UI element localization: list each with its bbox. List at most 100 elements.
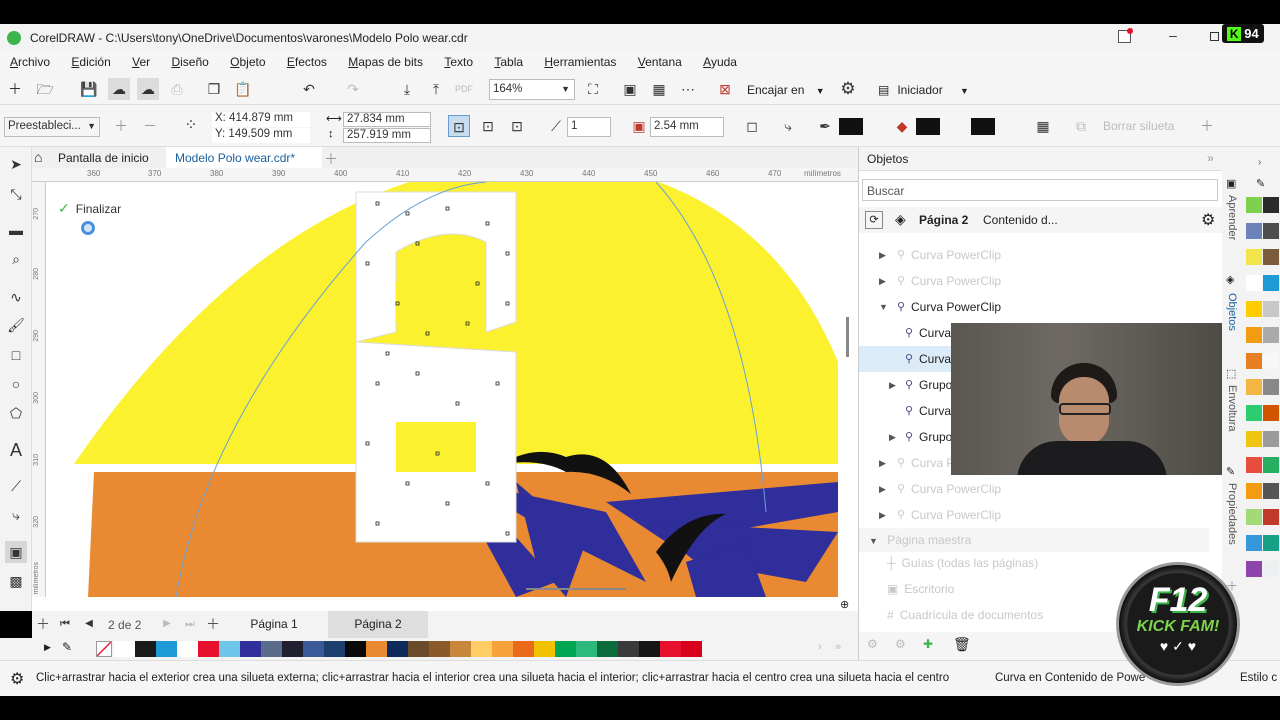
collapse-panel-icon[interactable]: » [1207,151,1214,165]
corner-icon[interactable]: ◻ [741,115,763,137]
minimize-button[interactable]: – [1166,28,1180,43]
page-tab-1[interactable]: Página 1 [232,611,316,638]
palette-swatch[interactable] [324,641,345,657]
new-layer-icon[interactable]: ⚙ [867,637,878,651]
zoom-tool-icon[interactable]: ⌕ [5,248,27,270]
expand-arrow-icon[interactable]: ▼ [879,294,888,320]
grid-icon[interactable]: ▦ [648,78,670,100]
palette-swatch[interactable] [1246,483,1262,499]
palette-swatch[interactable] [1263,483,1279,499]
palette-swatch[interactable] [639,641,660,657]
print-icon[interactable]: ⎙ [166,78,188,100]
palette-swatch[interactable] [177,641,198,657]
objects-settings-icon[interactable]: ⚙ [1201,210,1215,230]
expand-arrow-icon[interactable]: ▶ [879,268,886,294]
artistic-media-icon[interactable]: 🖌 [5,314,27,336]
redo-icon[interactable]: ↷ [342,78,364,100]
contour-offset-field[interactable]: 2.54 mm [650,117,724,137]
palette-swatch[interactable] [282,641,303,657]
palette-swatch[interactable] [618,641,639,657]
tab-document[interactable]: Modelo Polo wear.cdr* [166,147,322,168]
palette-swatch[interactable] [240,641,261,657]
next-page-icon[interactable]: ▶ [156,613,178,635]
palette-swatch[interactable] [1263,405,1279,421]
menu-objeto[interactable]: Objeto [230,55,265,69]
palette-swatch[interactable] [198,641,219,657]
object-tree-item[interactable]: ▶ ⚲ Curva PowerClip [859,476,1223,502]
current-page-label[interactable]: Página 2 [919,213,968,227]
prev-page-icon[interactable]: ◀ [78,613,100,635]
maximize-button[interactable] [1210,32,1219,41]
palette-swatch[interactable] [1246,301,1262,317]
contour-tool-icon[interactable]: ▣ [5,541,27,563]
freehand-tool-icon[interactable]: ∿ [5,286,27,308]
tab-home[interactable]: Pantalla de inicio [58,151,149,165]
polygon-tool-icon[interactable]: ⬠ [5,402,27,424]
palette-swatch[interactable] [1246,431,1262,447]
expand-arrow-icon[interactable]: ▶ [879,502,886,528]
ellipse-tool-icon[interactable]: ○ [5,373,27,395]
end-color-swatch[interactable] [971,118,995,135]
palette-swatch[interactable] [303,641,324,657]
pick-tool-icon[interactable]: ➤ [5,153,27,175]
menu-ventana[interactable]: Ventana [638,55,682,69]
menu-tabla[interactable]: Tabla [494,55,523,69]
outline-pen-icon[interactable]: ✒ [814,115,836,137]
menu-archivo[interactable]: Archivo [10,55,50,69]
finish-button[interactable]: ✓ Finalizar [58,200,121,217]
copy-contour-icon[interactable]: ⧉ [1070,115,1092,137]
drawing-canvas[interactable]: 360 370 380 390 400 410 420 430 440 450 … [32,168,858,611]
expand-arrow-icon[interactable]: ▶ [879,450,886,476]
expand-arrow-icon[interactable]: ▶ [879,242,886,268]
palette-swatch[interactable] [1246,249,1262,265]
palette-swatch[interactable] [408,641,429,657]
docker-tab-envelope[interactable]: Envoltura [1226,385,1238,431]
add-preset-icon[interactable]: ＋ [110,115,132,137]
palette-right-swatches[interactable] [1246,197,1280,617]
shape-tool-icon[interactable]: ⤡ [5,183,27,205]
contour-center-icon[interactable]: ⊡ [448,115,470,137]
palette-swatch[interactable] [114,641,135,657]
palette-swatch[interactable] [1246,353,1262,369]
status-settings-icon[interactable]: ⚙ [10,669,24,689]
crop-tool-icon[interactable]: ▬ [5,219,27,241]
copy-icon[interactable]: ❐ [203,78,225,100]
object-tree-item[interactable]: ▶ ⚲ Curva PowerClip [859,268,1223,294]
palette-scroll-right-icon[interactable]: › [818,641,822,653]
page-tab-2[interactable]: Página 2 [328,611,428,638]
palette-swatch[interactable] [555,641,576,657]
palette-swatch[interactable] [1246,275,1262,291]
menu-ver[interactable]: Ver [132,55,150,69]
paste-icon[interactable]: 📋 [232,78,254,100]
last-page-icon[interactable]: ⏭ [179,613,201,635]
palette-swatch[interactable] [1263,561,1279,577]
palette-swatch[interactable] [261,641,282,657]
delete-icon[interactable]: 🗑 [953,636,971,653]
palette-swatch[interactable] [1263,353,1279,369]
palette-swatch[interactable] [1263,249,1279,265]
palette-swatch[interactable] [1263,535,1279,551]
palette-swatch[interactable] [1246,379,1262,395]
preset-dropdown[interactable]: Preestableci... ▼ [4,117,100,137]
palette-swatch[interactable] [681,641,702,657]
pdf-icon[interactable]: PDF [453,78,475,100]
zoom-level-field[interactable]: 164% ▼ [489,79,575,100]
palette-swatch[interactable] [534,641,555,657]
contour-inside-icon[interactable]: ⊡ [477,115,499,137]
palette-swatch[interactable] [576,641,597,657]
no-color-swatch[interactable] [96,641,112,657]
add-page-icon[interactable]: ＋ [32,613,54,635]
palette-swatch[interactable] [1246,509,1262,525]
remove-preset-icon[interactable]: － [139,115,161,137]
open-folder-icon[interactable]: 🗁 [34,78,56,100]
palette-swatch[interactable] [1246,223,1262,239]
eyedropper-icon[interactable]: ✎ [62,640,72,654]
palette-swatches[interactable] [114,641,702,657]
zoom-corner-icon[interactable]: ⊕ [840,598,849,611]
snap-to-dropdown[interactable]: Encajar en ▼ [747,83,825,97]
contour-steps-field[interactable]: 1 [567,117,611,137]
palette-swatch[interactable] [1246,457,1262,473]
new-master-layer-icon[interactable]: ⚙ [895,637,906,651]
add-page-after-icon[interactable]: ＋ [202,613,224,635]
palette-swatch[interactable] [1263,275,1279,291]
